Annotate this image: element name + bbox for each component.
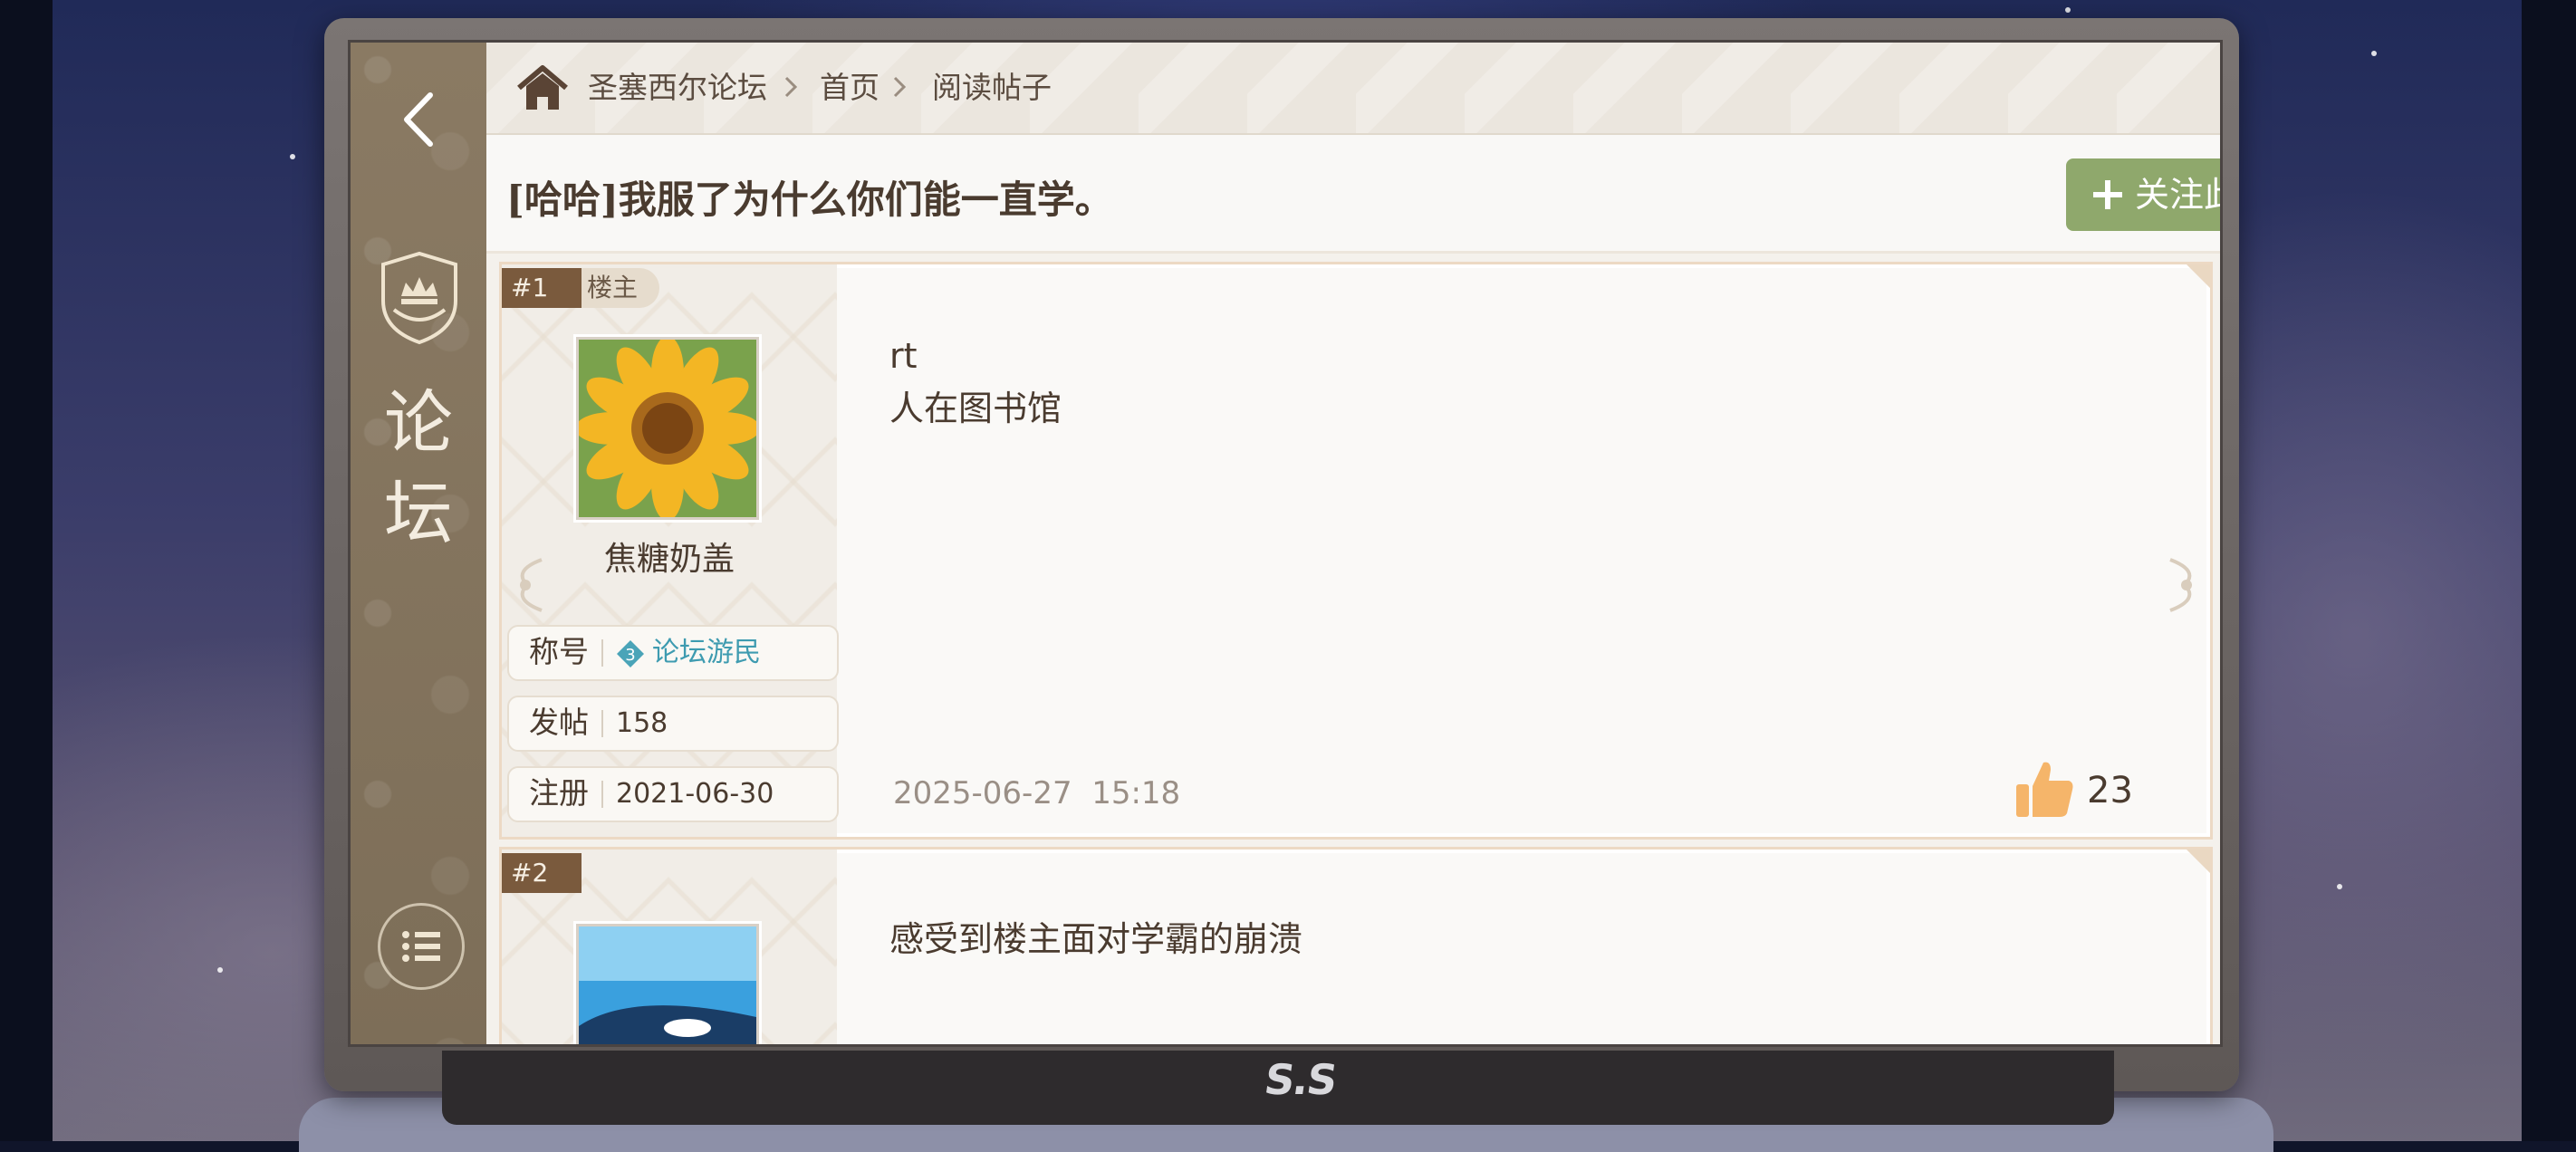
post-count-label: 发帖 bbox=[529, 705, 589, 740]
level-badge-icon: 3 bbox=[617, 640, 644, 667]
menu-button[interactable] bbox=[378, 903, 465, 990]
home-icon[interactable] bbox=[515, 64, 570, 111]
post-1: #1 楼主 焦糖奶盖 称号 3 论坛游民 发帖 158 注册 2021-06-3… bbox=[499, 262, 2213, 840]
user-title-label: 称号 bbox=[529, 634, 589, 669]
plus-icon bbox=[2093, 180, 2122, 209]
thumbs-up-icon bbox=[2016, 762, 2073, 817]
like-count: 23 bbox=[2087, 770, 2133, 811]
breadcrumb-current: 阅读帖子 bbox=[932, 70, 1052, 105]
sidebar: 论 坛 bbox=[351, 43, 486, 1044]
star bbox=[217, 967, 223, 973]
divider bbox=[601, 639, 603, 667]
post-title: [哈哈]我服了为什么你们能一直学。 bbox=[506, 178, 1113, 222]
ornament-icon bbox=[2169, 558, 2192, 612]
back-button[interactable] bbox=[389, 88, 452, 151]
ornament-icon bbox=[520, 558, 543, 612]
floor-tag: #2 bbox=[502, 853, 582, 893]
letterbox-right bbox=[2522, 0, 2576, 1141]
chevron-right-icon bbox=[784, 76, 798, 98]
post-count-value: 158 bbox=[616, 707, 668, 739]
level-number: 3 bbox=[625, 646, 635, 665]
post-content-line: 人在图书馆 bbox=[889, 389, 1062, 428]
floor-tag: #1 楼主 bbox=[502, 268, 660, 308]
breadcrumb-forum[interactable]: 圣塞西尔论坛 bbox=[588, 68, 767, 108]
chevron-right-icon bbox=[893, 76, 907, 98]
floor-number: #2 bbox=[502, 853, 582, 893]
register-date-row: 注册 2021-06-30 bbox=[507, 766, 839, 822]
corner-ornament bbox=[2187, 264, 2210, 288]
register-date-value: 2021-06-30 bbox=[616, 778, 774, 810]
post-content: rt 人在图书馆 bbox=[889, 330, 1062, 435]
sidebar-title-line2: 坛 bbox=[384, 473, 453, 553]
post-count-row: 发帖 158 bbox=[507, 696, 839, 752]
floor-number: #1 bbox=[502, 268, 582, 308]
avatar[interactable] bbox=[576, 337, 759, 520]
floor-role: 楼主 bbox=[582, 268, 660, 308]
star bbox=[2371, 51, 2377, 56]
like-button[interactable] bbox=[2013, 757, 2076, 821]
divider bbox=[601, 781, 603, 808]
follow-post-label: 关注此贴 bbox=[2135, 175, 2220, 215]
divider bbox=[601, 710, 603, 737]
follow-post-button[interactable]: 关注此贴 bbox=[2066, 158, 2220, 231]
post-content-line: 感受到楼主面对学霸的崩溃 bbox=[889, 919, 1303, 959]
username[interactable]: 焦糖奶盖 bbox=[502, 533, 837, 580]
breadcrumb-home[interactable]: 首页 bbox=[820, 68, 879, 108]
sidebar-title-line1: 论 bbox=[384, 382, 453, 463]
crest-icon bbox=[374, 246, 465, 346]
star bbox=[290, 154, 295, 159]
sidebar-title: 论 坛 bbox=[351, 378, 486, 559]
post-content-line: rt bbox=[889, 336, 918, 376]
breadcrumb: 圣塞西尔论坛 首页 阅读帖子 bbox=[486, 43, 2220, 135]
post-content: 感受到楼主面对学霸的崩溃 bbox=[889, 913, 1302, 965]
user-title-row: 称号 3 论坛游民 bbox=[507, 625, 839, 681]
letterbox-left bbox=[0, 0, 53, 1141]
sunflower-avatar bbox=[579, 340, 756, 517]
chevron-left-icon bbox=[404, 92, 433, 147]
post-timestamp: 2025-06-27 15:18 bbox=[893, 775, 1181, 811]
post-title-bar: [哈哈]我服了为什么你们能一直学。 关注此贴 bbox=[486, 135, 2220, 254]
forum-screen: 论 坛 圣塞西尔论坛 首页 阅读帖子 [哈哈]我服了为什么你们能一直学。 关注 … bbox=[348, 40, 2223, 1047]
star bbox=[2065, 7, 2071, 13]
avatar[interactable] bbox=[576, 924, 759, 1044]
corner-ornament bbox=[2187, 850, 2210, 873]
user-pane: #2 bbox=[502, 850, 837, 1044]
user-title-value: 论坛游民 bbox=[652, 637, 761, 668]
post-2: #2 感受到楼主面对学霸的崩溃 bbox=[499, 847, 2213, 1044]
star bbox=[2337, 884, 2342, 889]
orca-avatar bbox=[579, 926, 756, 1044]
device-logo: S.S bbox=[1261, 1055, 1340, 1104]
register-date-label: 注册 bbox=[529, 775, 589, 811]
list-icon bbox=[402, 931, 440, 962]
user-pane: #1 楼主 焦糖奶盖 称号 3 论坛游民 发帖 158 注册 2021-06-3… bbox=[502, 264, 839, 837]
